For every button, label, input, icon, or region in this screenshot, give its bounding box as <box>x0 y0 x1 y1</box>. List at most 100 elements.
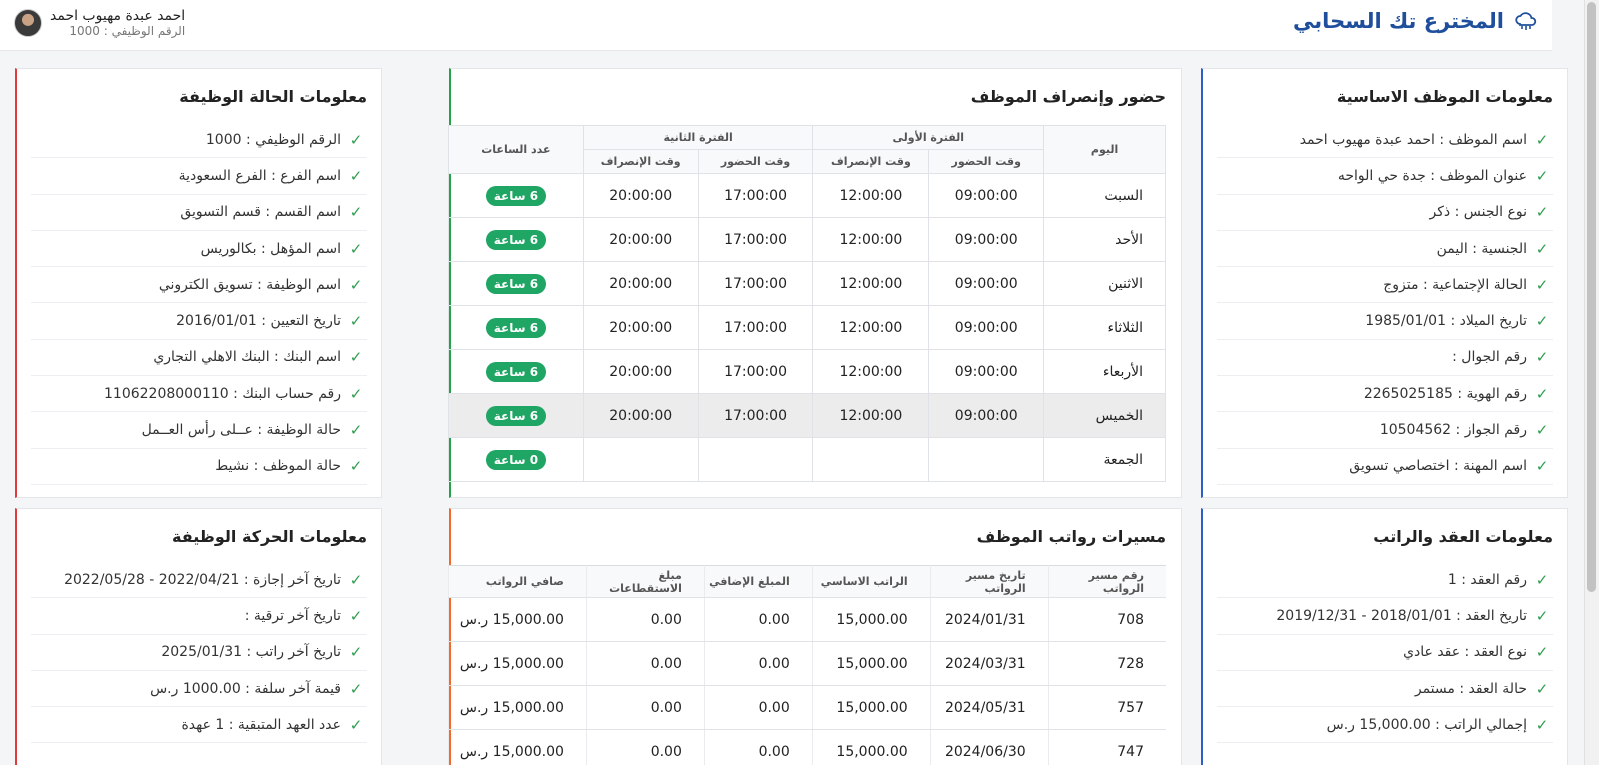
info-item: ✓ تاريخ الميلاد : 1985/01/01 <box>1217 303 1553 340</box>
col-hours: عدد الساعات <box>448 125 584 174</box>
cell-hours: 0 ساعة <box>448 437 584 482</box>
info-item-text: الحالة الإجتماعية : متزوج <box>1383 276 1527 293</box>
cell-hours: 6 ساعة <box>448 217 584 262</box>
cell-out1: 12:00:00 <box>812 305 930 350</box>
info-item: ✓ تاريخ آخر راتب : 2025/01/31 <box>31 635 367 671</box>
table-row[interactable]: الأربعاء 09:00:00 12:00:00 17:00:00 20:00:00… <box>448 349 1166 394</box>
payroll-cell: 2024/06/30 <box>929 729 1049 765</box>
scrollbar-thumb[interactable] <box>1587 2 1596 592</box>
info-item: ✓ حالة الموظف : نشيط <box>31 449 367 485</box>
info-item-text: تاريخ العقد : 2018/01/01 - 2019/12/31 <box>1276 607 1527 624</box>
table-row[interactable]: 757 2024/05/31 15,000.00 0.00 0.00 15,000.00 … <box>448 685 1166 730</box>
info-item-text: حالة الموظف : نشيط <box>215 458 341 475</box>
info-item: ✓ نوع العقد : عقد عادي <box>1217 635 1553 671</box>
check-icon: ✓ <box>1535 643 1549 662</box>
payroll-table: رقم مسير الرواتب تاريخ مسير الرواتب الراتب… <box>448 565 1166 765</box>
payroll-cell: 15,000.00 <box>811 685 931 730</box>
page-scrollbar[interactable] <box>1584 0 1599 765</box>
payroll-cell: 0.00 <box>585 729 705 765</box>
cell-in2: 17:00:00 <box>697 305 814 350</box>
col-in-1: وقت الحضور <box>928 149 1045 174</box>
info-item: ✓ تاريخ آخر ترقية : <box>31 598 367 635</box>
basic-info-card: معلومات الموظف الاساسية ✓ اسم الموظف : اح… <box>1201 68 1568 498</box>
cell-in2: 17:00:00 <box>697 261 814 306</box>
check-icon: ✓ <box>349 715 363 734</box>
payroll-cell: 15,000.00 ر.س <box>448 729 587 765</box>
check-icon: ✓ <box>1535 130 1549 149</box>
cell-day: الأحد <box>1043 217 1166 262</box>
basic-info-title: معلومات الموظف الاساسية <box>1336 87 1553 106</box>
payroll-cell: 0.00 <box>703 729 813 765</box>
info-item: ✓ رقم الجواز : 10504562 <box>1217 412 1553 449</box>
info-item-text: إجمالي الراتب : 15,000.00 ر.س <box>1326 716 1527 733</box>
info-item-text: رقم العقد : 1 <box>1447 571 1527 588</box>
job-status-list: ✓ الرقم الوظيفي : 1000 ✓ اسم الفرع : الفرع … <box>31 122 367 485</box>
avatar[interactable] <box>14 9 42 37</box>
user-name: احمد عبدة مهيوب احمد <box>50 8 186 24</box>
table-row[interactable]: الثلاثاء 09:00:00 12:00:00 17:00:00 20:00:00… <box>448 305 1166 350</box>
contract-list: ✓ رقم العقد : 1 ✓ تاريخ العقد : 2018/01/01 … <box>1217 562 1553 744</box>
cell-out1: 12:00:00 <box>812 261 930 306</box>
app-title: المخترع تك السحابي <box>1293 9 1504 33</box>
top-bar: المخترع تك السحابي احمد عبدة مهيوب احمد … <box>0 0 1552 51</box>
cell-day: الاثنين <box>1043 261 1166 306</box>
info-item: ✓ عدد العهد المتبقية : 1 عهدة <box>31 707 367 744</box>
payroll-col-header: رقم مسير الرواتب <box>1047 565 1166 598</box>
check-icon: ✓ <box>349 421 363 440</box>
cell-in2: 17:00:00 <box>697 393 814 438</box>
table-row[interactable]: السبت 09:00:00 12:00:00 17:00:00 20:00:00 6 س… <box>448 173 1166 218</box>
info-item: ✓ عنوان الموظف : جدة حي الواحه <box>1217 158 1553 195</box>
check-icon: ✓ <box>1535 275 1549 294</box>
check-icon: ✓ <box>349 239 363 258</box>
table-row[interactable]: الاثنين 09:00:00 12:00:00 17:00:00 20:00:00 6… <box>448 261 1166 306</box>
cell-hours: 6 ساعة <box>448 173 584 218</box>
table-row[interactable]: 728 2024/03/31 15,000.00 0.00 0.00 15,000.00 … <box>448 641 1166 686</box>
cell-in2: 17:00:00 <box>697 349 814 394</box>
check-icon: ✓ <box>1535 570 1549 589</box>
info-item: ✓ رقم الهوية : 2265025185 <box>1217 376 1553 413</box>
cell-hours: 6 ساعة <box>448 349 584 394</box>
table-row[interactable]: 708 2024/01/31 15,000.00 0.00 0.00 15,000.00 … <box>448 597 1166 642</box>
info-item-text: تاريخ آخر إجازة : 2022/04/21 - 2022/05/2… <box>64 571 341 588</box>
payroll-cell: 2024/01/31 <box>929 597 1049 642</box>
check-icon: ✓ <box>349 166 363 185</box>
cell-out1: 12:00:00 <box>812 393 930 438</box>
table-row[interactable]: الأحد 09:00:00 12:00:00 17:00:00 20:00:00 6 س… <box>448 217 1166 262</box>
info-item-text: حالة الوظيفة : عــلى رأس العــمل <box>141 422 341 439</box>
info-item-text: تاريخ التعيين : 2016/01/01 <box>176 313 341 330</box>
cell-day: الخميس <box>1043 393 1166 438</box>
hours-badge: 6 ساعة <box>485 273 547 294</box>
info-item: ✓ اسم القسم : قسم التسويق <box>31 195 367 231</box>
hours-badge: 6 ساعة <box>485 317 547 338</box>
info-item-text: اسم المهنة : اختصاصي تسويق <box>1349 458 1527 475</box>
cell-out2: 20:00:00 <box>582 261 699 306</box>
cell-out2: 20:00:00 <box>582 349 699 394</box>
brand[interactable]: المخترع تك السحابي <box>1293 9 1538 33</box>
info-item-text: الجنسية : اليمن <box>1436 240 1527 257</box>
check-icon: ✓ <box>349 457 363 476</box>
cell-out1 <box>812 437 930 482</box>
cell-in2: 17:00:00 <box>697 173 814 218</box>
info-item: ✓ تاريخ التعيين : 2016/01/01 <box>31 303 367 340</box>
cell-out1: 12:00:00 <box>812 217 930 262</box>
payroll-cell: 15,000.00 <box>811 641 931 686</box>
payroll-cell: 0.00 <box>585 597 705 642</box>
check-icon: ✓ <box>349 203 363 222</box>
info-item-text: اسم القسم : قسم التسويق <box>180 204 341 221</box>
user-menu[interactable]: احمد عبدة مهيوب احمد الرقم الوظيفي : 100… <box>14 8 185 38</box>
payroll-col-header: مبلغ الاستقطاعات <box>585 565 705 598</box>
contract-card: معلومات العقد والراتب ✓ رقم العقد : 1 ✓ تار… <box>1201 508 1568 765</box>
table-row[interactable]: الجمعة 0 ساعة <box>448 437 1166 482</box>
check-icon: ✓ <box>349 275 363 294</box>
cell-day: الثلاثاء <box>1043 305 1166 350</box>
info-item: ✓ حالة العقد : مستمر <box>1217 671 1553 708</box>
info-item-text: نوع الجنس : ذكر <box>1429 204 1527 221</box>
table-row[interactable]: الخميس 09:00:00 12:00:00 17:00:00 20:00:00 6 … <box>448 393 1166 438</box>
info-item: ✓ الجنسية : اليمن <box>1217 231 1553 268</box>
info-item-text: اسم البنك : البنك الاهلي التجاري <box>153 349 341 366</box>
hours-badge: 6 ساعة <box>485 185 547 206</box>
info-item: ✓ رقم العقد : 1 <box>1217 562 1553 599</box>
cell-out2: 20:00:00 <box>582 217 699 262</box>
table-row[interactable]: 747 2024/06/30 15,000.00 0.00 0.00 15,000.00 … <box>448 729 1166 765</box>
payroll-col-header: المبلغ الإضافي <box>703 565 813 598</box>
